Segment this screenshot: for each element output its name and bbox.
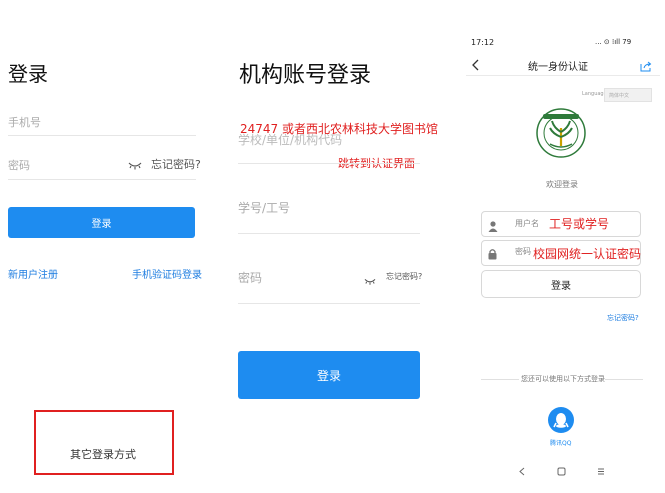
header-title: 统一身份认证 bbox=[528, 62, 588, 73]
forgot-password-link[interactable]: 忘记密码? bbox=[151, 156, 201, 172]
nav-home-icon[interactable] bbox=[557, 461, 566, 480]
phone-input[interactable]: 手机号 bbox=[8, 114, 41, 130]
forgot-password-link[interactable]: 忘记密码? bbox=[607, 313, 639, 323]
login-button[interactable]: 登录 bbox=[238, 351, 420, 399]
forgot-password-link[interactable]: 忘记密码? bbox=[386, 271, 422, 282]
password-input[interactable]: 密码 bbox=[238, 269, 262, 286]
page-title: 登录 bbox=[8, 62, 48, 86]
page-title: 机构账号登录 bbox=[239, 63, 372, 88]
login-button[interactable]: 登录 bbox=[8, 207, 195, 238]
back-icon[interactable] bbox=[472, 56, 480, 75]
divider bbox=[238, 303, 420, 304]
other-login-methods[interactable]: 其它登录方式 bbox=[70, 446, 136, 462]
divider bbox=[8, 179, 196, 180]
eye-closed-icon[interactable] bbox=[128, 156, 142, 175]
lock-icon bbox=[488, 245, 497, 264]
annotation-username: 工号或学号 bbox=[549, 217, 610, 231]
status-icons: ... ⊙ ⁞ıll 79 bbox=[595, 38, 632, 46]
annotation-password: 校园网统一认证密码 bbox=[533, 247, 642, 261]
welcome-text: 欢迎登录 bbox=[546, 180, 578, 189]
divider bbox=[481, 379, 519, 380]
university-logo bbox=[536, 108, 586, 162]
divider bbox=[238, 233, 420, 234]
password-input[interactable]: 密码 bbox=[8, 157, 30, 173]
nav-menu-icon[interactable] bbox=[597, 461, 605, 480]
id-input[interactable]: 学号/工号 bbox=[238, 199, 290, 216]
share-icon[interactable] bbox=[640, 57, 652, 76]
qq-icon[interactable] bbox=[548, 407, 574, 437]
language-select[interactable]: 简体中文 bbox=[604, 88, 652, 102]
annotation-school: 24747 或者西北农林科技大学图书馆 bbox=[240, 122, 438, 136]
eye-closed-icon[interactable] bbox=[364, 271, 376, 290]
user-icon bbox=[488, 217, 498, 236]
register-link[interactable]: 新用户注册 bbox=[8, 266, 58, 281]
sms-login-link[interactable]: 手机验证码登录 bbox=[132, 266, 202, 281]
divider bbox=[8, 135, 196, 136]
divider bbox=[466, 75, 660, 76]
status-time: 17:12 bbox=[471, 38, 495, 47]
login-button[interactable]: 登录 bbox=[481, 270, 641, 298]
username-input[interactable]: 用户名 bbox=[515, 218, 539, 229]
language-value: 简体中文 bbox=[609, 92, 630, 99]
divider bbox=[238, 163, 420, 164]
nav-back-icon[interactable] bbox=[519, 461, 525, 480]
password-input[interactable]: 密码 bbox=[515, 246, 531, 257]
divider bbox=[605, 379, 643, 380]
annotation-box bbox=[34, 410, 174, 475]
other-methods-text: 您还可以使用以下方式登录 bbox=[521, 375, 605, 383]
qq-label: 腾讯QQ bbox=[550, 440, 572, 447]
